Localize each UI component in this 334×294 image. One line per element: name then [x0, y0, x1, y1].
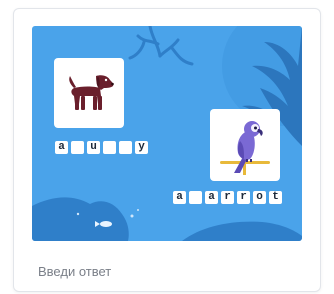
letter-box-empty — [103, 141, 116, 154]
letter-box: a — [55, 141, 68, 154]
letter-box-empty — [189, 191, 202, 204]
seaweed-top — [128, 26, 194, 66]
letter-box: a — [173, 191, 186, 204]
rocks-bottom-left — [32, 197, 129, 241]
letter-box: o — [253, 191, 266, 204]
rocks-bottom-right — [182, 221, 302, 241]
parrot-picture-tile — [210, 109, 280, 181]
word-dog-letters: a u y — [55, 141, 148, 154]
task-illustration: a u y a a r r o t — [32, 26, 302, 241]
letter-box: u — [87, 141, 100, 154]
letter-box-empty — [71, 141, 84, 154]
letter-box: r — [237, 191, 250, 204]
parrot-icon — [220, 121, 270, 175]
letter-box: t — [269, 191, 282, 204]
letter-box: y — [135, 141, 148, 154]
answer-prompt-label: Введи ответ — [38, 264, 112, 279]
letter-box: r — [221, 191, 234, 204]
letter-box-empty — [119, 141, 132, 154]
letter-box: a — [205, 191, 218, 204]
dog-picture-tile — [54, 58, 124, 128]
task-card[interactable]: a u y a a r r o t Введи ответ — [13, 8, 321, 292]
word-parrot-letters: a a r r o t — [173, 191, 282, 204]
dog-icon — [69, 75, 114, 110]
